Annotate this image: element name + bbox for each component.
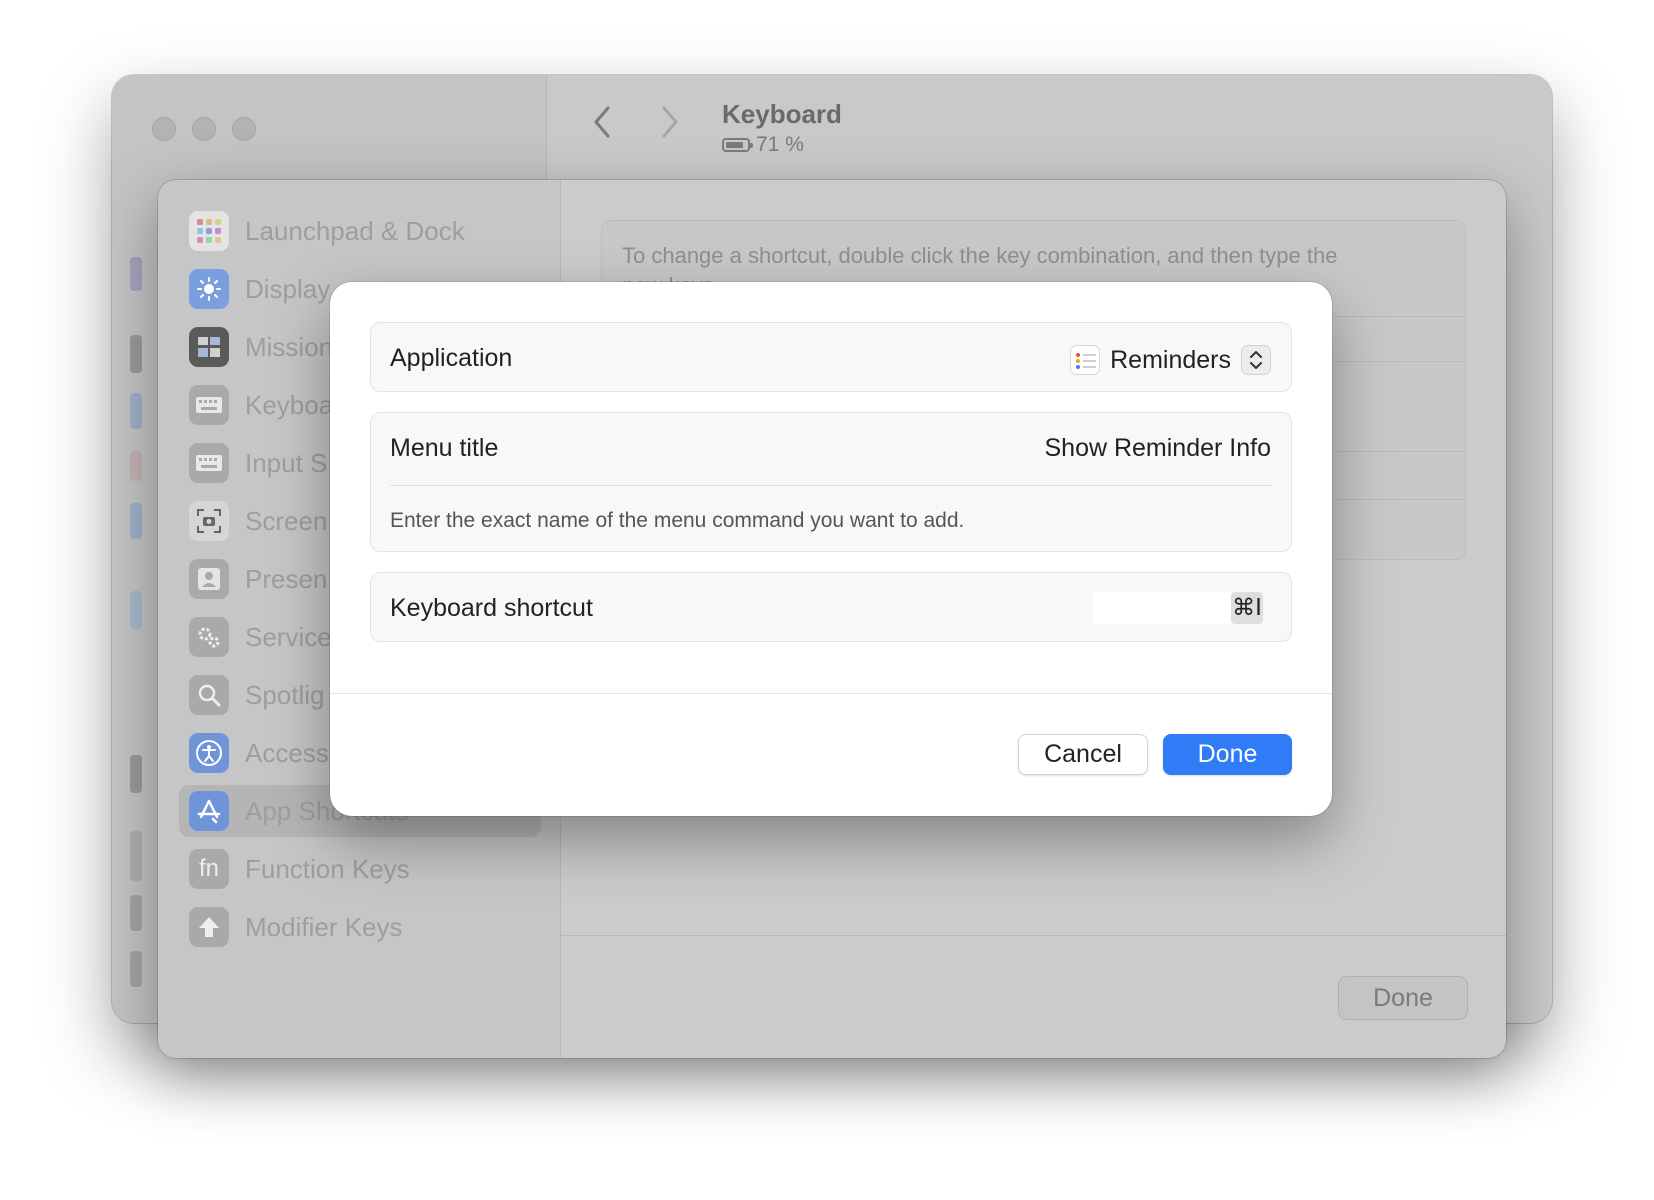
sidebar-peek-icon — [130, 895, 142, 931]
sidebar-peek-icon — [130, 451, 142, 481]
sidebar-peek-icon — [130, 503, 142, 539]
keyboard-shortcut-row: Keyboard shortcut ⌘I — [370, 572, 1292, 642]
battery-percentage: 71 % — [756, 133, 804, 156]
accessibility-icon — [189, 733, 229, 773]
keyboard-icon — [189, 385, 229, 425]
spotlight-icon — [189, 675, 229, 715]
modifier-up-arrow-icon — [189, 907, 229, 947]
sidebar-item-label: Modifier Keys — [245, 911, 403, 942]
app-store-icon — [189, 791, 229, 831]
sidebar-item-function-keys[interactable]: fn Function Keys — [179, 843, 541, 895]
close-window-button[interactable] — [152, 117, 176, 141]
window-toolbar: Keyboard 71 % — [547, 75, 1552, 180]
application-label: Application — [390, 344, 513, 372]
dialog-footer-divider — [330, 693, 1332, 694]
sidebar-item-label: Input S — [245, 447, 328, 478]
zoom-window-button[interactable] — [232, 117, 256, 141]
sheet-done-button[interactable]: Done — [1338, 976, 1468, 1020]
sidebar-item-label: Launchpad & Dock — [245, 215, 465, 246]
sidebar-peek-icon — [130, 591, 142, 629]
sidebar-item-modifier-keys[interactable]: Modifier Keys — [179, 901, 541, 953]
reminders-icon — [1070, 345, 1101, 375]
services-icon — [189, 617, 229, 657]
menu-title-divider — [390, 485, 1272, 486]
sidebar-item-label: Display — [245, 273, 331, 304]
fn-icon: fn — [189, 849, 229, 889]
keyboard-shortcut-label: Keyboard shortcut — [390, 594, 593, 622]
sidebar-item-label: Presen — [245, 563, 328, 594]
back-chevron-icon[interactable] — [591, 105, 613, 145]
sidebar-item-label: Mission — [245, 331, 334, 362]
application-value: Reminders — [1110, 345, 1231, 374]
minimize-window-button[interactable] — [192, 117, 216, 141]
sidebar-item-label: Spotlig — [245, 679, 325, 710]
sheet-footer-divider — [561, 935, 1506, 936]
done-button[interactable]: Done — [1163, 734, 1292, 775]
sidebar-item-label: Function Keys — [245, 853, 410, 884]
forward-chevron-icon[interactable] — [659, 105, 681, 145]
add-shortcut-dialog: Application Reminders Menu title Show Re… — [330, 282, 1332, 816]
menu-title-field[interactable]: Show Reminder Info — [1044, 434, 1271, 463]
presenter-icon — [189, 559, 229, 599]
menu-title-hint: Enter the exact name of the menu command… — [390, 509, 965, 532]
sidebar-peek-icon — [130, 951, 142, 987]
shortcut-instructions: To change a shortcut, double click the k… — [622, 243, 1338, 268]
window-title: Keyboard — [722, 99, 842, 129]
sidebar-item-launchpad-dock[interactable]: Launchpad & Dock — [179, 205, 541, 257]
menu-title-label: Menu title — [390, 434, 499, 462]
application-row: Application Reminders — [370, 322, 1292, 392]
keyboard-shortcut-field[interactable]: ⌘I — [1093, 592, 1263, 624]
sidebar-peek-icon — [130, 755, 142, 793]
display-icon — [189, 269, 229, 309]
cancel-button[interactable]: Cancel — [1018, 734, 1148, 775]
menu-title-group: Menu title Show Reminder Info Enter the … — [370, 412, 1292, 552]
input-sources-icon — [189, 443, 229, 483]
sidebar-peek-icon — [130, 393, 142, 429]
application-popup[interactable]: Reminders — [1070, 345, 1271, 375]
launchpad-icon — [189, 211, 229, 251]
battery-status: 71 % — [722, 133, 804, 157]
screenshot-icon — [189, 501, 229, 541]
battery-icon — [722, 138, 753, 152]
popup-stepper-icon — [1241, 345, 1271, 375]
mission-control-icon — [189, 327, 229, 367]
sidebar-item-label: Keyboa — [245, 389, 334, 420]
sidebar-item-label: Service — [245, 621, 332, 652]
shortcut-keys: ⌘I — [1231, 592, 1263, 624]
sidebar-item-label: Access — [245, 737, 329, 768]
sidebar-peek-icon — [130, 831, 142, 881]
sidebar-peek-icon — [130, 335, 142, 373]
sidebar-item-label: Screen — [245, 505, 328, 536]
sidebar-peek-icon — [130, 257, 142, 291]
